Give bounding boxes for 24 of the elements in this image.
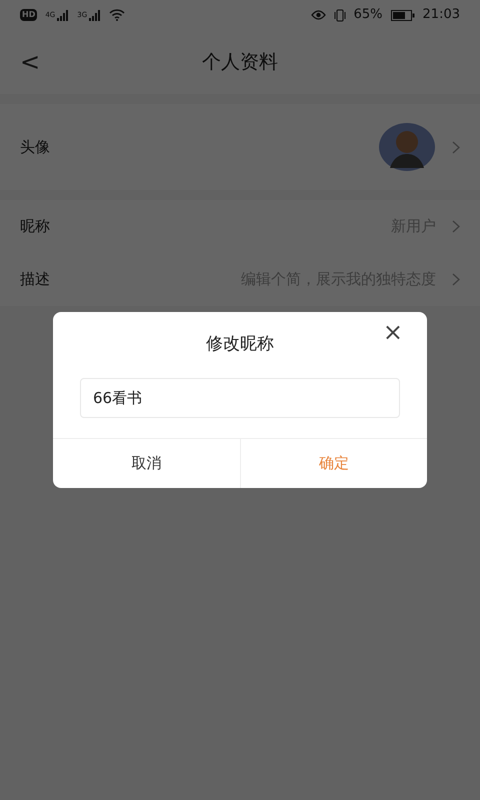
- signal-icon: [57, 10, 70, 20]
- avatar-icon: [378, 122, 436, 172]
- eye-icon: [310, 10, 326, 20]
- chevron-right-icon: [452, 140, 460, 154]
- battery-icon: [390, 10, 415, 20]
- chevron-right-icon: [452, 273, 460, 286]
- dialog-button[interactable]: 确定: [240, 439, 427, 488]
- network-label: HD: [20, 9, 38, 21]
- wifi-icon: [109, 9, 126, 21]
- profile-row[interactable]: 头像: [0, 104, 480, 190]
- dialog-button[interactable]: 取消: [53, 439, 240, 488]
- back-button[interactable]: <: [16, 44, 44, 80]
- page-title: 个人资料: [202, 50, 278, 75]
- battery-percent: 65%: [354, 6, 383, 24]
- signal-icon: [89, 10, 102, 20]
- nickname-field[interactable]: 66看书: [80, 378, 400, 418]
- dialog-title: 修改昵称: [206, 333, 274, 356]
- chevron-right-icon: [452, 220, 460, 233]
- row-label: 头像: [20, 136, 50, 158]
- clock-time: 21:03: [422, 6, 460, 24]
- row-label: 描述: [20, 269, 50, 290]
- row-label: 昵称: [20, 216, 50, 238]
- vibrate-icon: [334, 8, 346, 22]
- close-button[interactable]: ×: [382, 320, 403, 344]
